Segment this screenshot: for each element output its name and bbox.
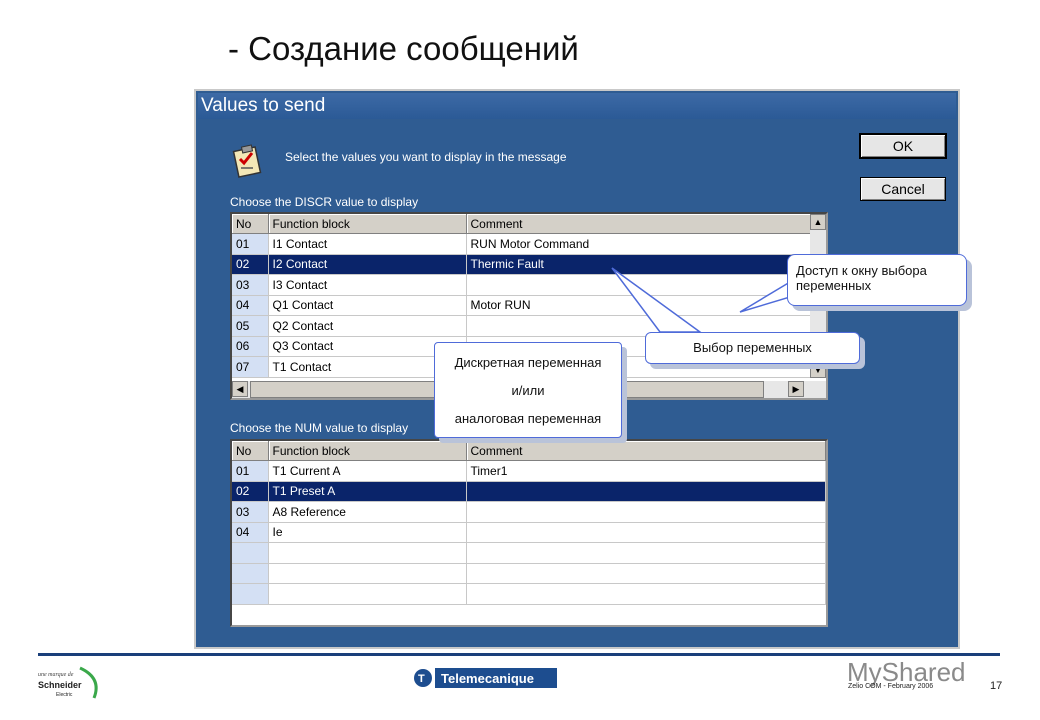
cancel-button[interactable]: Cancel (860, 177, 946, 201)
callout-var-line2: и/или (511, 383, 545, 398)
slide-title: - Создание сообщений (228, 30, 579, 67)
callout-var-line1: Дискретная переменная (454, 355, 602, 370)
callout-access-window: Доступ к окну выбора переменных (787, 254, 967, 306)
cell-no[interactable]: 02 (232, 481, 269, 502)
table-row[interactable]: 04 Q1 Contact Motor RUN (232, 295, 812, 316)
table-row[interactable] (232, 583, 826, 605)
table-row[interactable] (232, 542, 826, 564)
callout-choice-text: Выбор переменных (693, 340, 812, 355)
schneider-logo: une marque de Schneider Electric (38, 666, 98, 699)
scroll-left-arrow-icon[interactable]: ◀ (232, 381, 248, 397)
cell-comment[interactable] (466, 501, 826, 523)
cell-no[interactable]: 03 (232, 501, 269, 523)
cell-no[interactable]: 07 (232, 356, 269, 378)
cell-no[interactable] (232, 563, 269, 584)
column-header-function-block[interactable]: Function block (268, 441, 467, 461)
cell-function-block[interactable] (268, 542, 467, 564)
num-label: Choose the NUM value to display (230, 421, 409, 435)
table-row[interactable] (232, 563, 826, 584)
callout-access-text: Доступ к окну выбора переменных (796, 263, 927, 293)
telemecanique-text: Telemecanique (441, 671, 534, 686)
svg-text:Schneider: Schneider (38, 680, 82, 690)
scroll-right-arrow-icon[interactable]: ▶ (788, 381, 804, 397)
cell-comment[interactable] (466, 274, 812, 296)
cell-function-block[interactable]: I2 Contact (268, 254, 467, 275)
table-row[interactable]: 01 T1 Current A Timer1 (232, 460, 826, 482)
column-header-comment[interactable]: Comment (466, 214, 812, 234)
table-row[interactable]: 02 T1 Preset A (232, 481, 826, 502)
instruction-text: Select the values you want to display in… (285, 150, 567, 164)
cell-function-block[interactable]: Ie (268, 522, 467, 543)
cell-comment[interactable] (466, 563, 826, 584)
callout-variable-type: Дискретная переменная и/или аналоговая п… (434, 342, 622, 438)
svg-text:Electric: Electric (56, 692, 73, 698)
cell-function-block[interactable]: Q2 Contact (268, 315, 467, 337)
scroll-down-arrow-icon[interactable]: ▼ (810, 362, 826, 378)
column-header-no[interactable]: No (232, 214, 269, 234)
callout-variable-choice: Выбор переменных (645, 332, 860, 364)
page-number: 17 (990, 680, 1003, 692)
ok-button[interactable]: OK (859, 133, 947, 159)
table-row[interactable]: 01 I1 Contact RUN Motor Command (232, 233, 812, 255)
cell-no[interactable]: 02 (232, 254, 269, 275)
num-table: No Function block Comment 01 T1 Current A… (230, 439, 828, 627)
cell-function-block[interactable]: A8 Reference (268, 501, 467, 523)
cell-function-block[interactable] (268, 563, 467, 584)
clipboard-check-icon (232, 144, 262, 178)
cell-no[interactable]: 06 (232, 336, 269, 357)
cell-function-block[interactable]: Q1 Contact (268, 295, 467, 316)
cell-no[interactable]: 04 (232, 522, 269, 543)
cell-comment[interactable]: Thermic Fault (466, 254, 812, 275)
cell-no[interactable]: 05 (232, 315, 269, 337)
cell-comment[interactable] (466, 583, 826, 605)
scroll-up-arrow-icon[interactable]: ▲ (810, 214, 826, 230)
dialog-titlebar[interactable]: Values to send (198, 93, 956, 119)
table-row[interactable]: 04 Ie (232, 522, 826, 543)
cell-comment[interactable]: RUN Motor Command (466, 233, 812, 255)
cell-function-block[interactable] (268, 583, 467, 605)
footer-divider (38, 653, 1000, 656)
cell-comment[interactable]: Timer1 (466, 460, 826, 482)
cell-function-block[interactable]: I1 Contact (268, 233, 467, 255)
cell-comment[interactable] (466, 522, 826, 543)
cell-function-block[interactable]: I3 Contact (268, 274, 467, 296)
callout-var-line3: аналоговая переменная (454, 411, 602, 426)
cell-comment[interactable]: Motor RUN (466, 295, 812, 316)
telemecanique-logo: T Telemecanique (414, 668, 557, 688)
column-header-no[interactable]: No (232, 441, 269, 461)
cell-comment[interactable] (466, 481, 826, 502)
cell-function-block[interactable]: T1 Preset A (268, 481, 467, 502)
discr-label: Choose the DISCR value to display (230, 195, 419, 209)
footer-note: Zelio COM - February 2006 (848, 683, 934, 690)
cell-no[interactable]: 04 (232, 295, 269, 316)
column-header-comment[interactable]: Comment (466, 441, 826, 461)
cell-no[interactable] (232, 583, 269, 605)
cell-comment[interactable] (466, 542, 826, 564)
cell-no[interactable]: 03 (232, 274, 269, 296)
cell-no[interactable] (232, 542, 269, 564)
svg-text:T: T (418, 673, 425, 685)
column-header-function-block[interactable]: Function block (268, 214, 467, 234)
cell-no[interactable]: 01 (232, 233, 269, 255)
cell-function-block[interactable]: T1 Current A (268, 460, 467, 482)
cell-no[interactable]: 01 (232, 460, 269, 482)
svg-text:une marque de: une marque de (38, 672, 74, 678)
table-row[interactable]: 03 I3 Contact (232, 274, 812, 296)
table-row[interactable]: 02 I2 Contact Thermic Fault (232, 254, 812, 275)
table-row[interactable]: 03 A8 Reference (232, 501, 826, 523)
